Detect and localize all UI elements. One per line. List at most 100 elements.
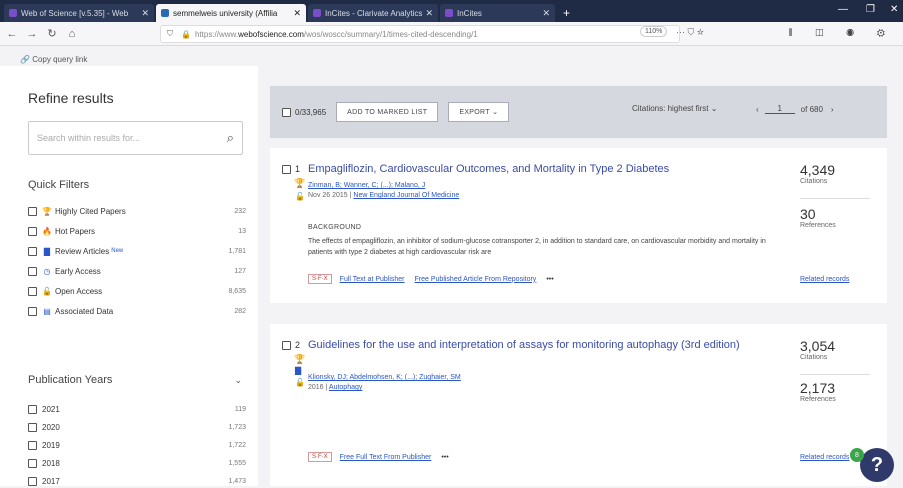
copy-query-link[interactable]: 🔗 Copy query link (20, 55, 87, 64)
reload-icon[interactable]: ↻ (44, 27, 60, 40)
page-actions-icon[interactable]: ··· ⛉ ☆ (676, 27, 704, 38)
quick-filter-item[interactable]: 🏆 Highly Cited Papers 232 (28, 204, 246, 218)
year-checkbox[interactable] (28, 422, 37, 432)
home-icon[interactable]: ⌂ (64, 28, 80, 40)
year-label: 2021 (42, 404, 60, 414)
prev-page-icon[interactable]: ‹ (756, 105, 759, 114)
free-full-text-link[interactable]: Free Full Text From Publisher (340, 454, 432, 461)
zoom-level[interactable]: 110% (640, 26, 668, 37)
result-index: 2 (282, 340, 300, 350)
export-button[interactable]: EXPORT ⌄ (448, 102, 510, 122)
journal-link[interactable]: New England Journal Of Medicine (353, 192, 459, 199)
year-checkbox[interactable] (28, 404, 37, 414)
year-checkbox[interactable] (28, 458, 37, 468)
quick-filter-item[interactable]: 🔓 Open Access 8,635 (28, 284, 246, 298)
browser-nav-bar: ← → ↻ ⌂ ⛉ 🔒 https://www. webofscience.com… (0, 22, 903, 46)
browser-tab-bar: Web of Science [v.5.35] - Web ✕ semmelwei… (0, 0, 903, 22)
sfx-button[interactable]: S·F·X (308, 274, 332, 284)
abstract-text: The effects of empagliflozin, an inhibit… (308, 238, 766, 256)
filter-checkbox[interactable] (28, 206, 37, 216)
publication-years-title: Publication Years (28, 374, 113, 386)
result-title-link[interactable]: Empagliflozin, Cardiovascular Outcomes, … (308, 162, 748, 177)
trophy-icon: 🏆 (294, 354, 306, 364)
next-page-icon[interactable]: › (831, 105, 834, 114)
close-icon[interactable]: ✕ (542, 8, 550, 19)
sort-dropdown[interactable]: Citations: highest first ⌄ (632, 104, 717, 113)
full-text-link[interactable]: Full Text at Publisher (340, 276, 405, 283)
filter-checkbox[interactable] (28, 226, 37, 236)
citations-metric[interactable]: 3,054 Citations (800, 338, 835, 361)
references-metric[interactable]: 2,173 References (800, 380, 836, 403)
page-total: of 680 (800, 104, 823, 114)
publication-year-item[interactable]: 2019 1,722 (28, 438, 246, 452)
document-icon: ▇ (295, 366, 302, 375)
filter-checkbox[interactable] (28, 286, 37, 296)
metric-divider (800, 374, 870, 375)
search-icon[interactable]: ⌕ (227, 130, 234, 146)
result-checkbox[interactable] (282, 164, 291, 174)
pagination: ‹ 1 of 680 › (756, 104, 834, 114)
tab-incites[interactable]: InCites ✕ (440, 4, 555, 22)
filter-count: 282 (234, 307, 246, 315)
result-card: 1 🏆 🔓 Empagliflozin, Cardiovascular Outc… (270, 148, 887, 303)
back-icon[interactable]: ← (4, 28, 20, 40)
help-button[interactable]: ? (860, 448, 894, 482)
search-within-input[interactable]: Search within results for... ⌕ (28, 121, 243, 155)
citations-metric[interactable]: 4,349 Citations (800, 162, 835, 185)
references-metric[interactable]: 30 References (800, 206, 836, 229)
result-source: Nov 26 2015 | New England Journal Of Med… (308, 192, 460, 199)
result-authors[interactable]: Klionsky, DJ; Abdelmohsen, K; (...); Zug… (308, 374, 461, 381)
filter-label: Hot Papers (55, 226, 96, 236)
refine-sidebar: Refine results Search within results for… (0, 66, 258, 486)
free-article-link[interactable]: Free Published Article From Repository (415, 276, 537, 283)
sfx-button[interactable]: S·F·X (308, 452, 332, 462)
related-records-link[interactable]: Related records (800, 276, 849, 283)
tab-favicon-icon (445, 9, 453, 17)
related-records-link[interactable]: Related records (800, 454, 849, 461)
clock-icon: ◷ (43, 266, 51, 276)
result-checkbox[interactable] (282, 340, 291, 350)
page-number-input[interactable]: 1 (764, 104, 795, 114)
minimize-icon[interactable]: — (838, 4, 848, 15)
publication-year-item[interactable]: 2021 119 (28, 402, 246, 416)
tab-favicon-icon (9, 9, 17, 17)
trophy-icon: 🏆 (294, 178, 306, 188)
quick-filter-item[interactable]: ◷ Early Access 127 (28, 264, 246, 278)
filter-checkbox[interactable] (28, 306, 37, 316)
tab-web-of-science[interactable]: Web of Science [v.5.35] - Web ✕ (4, 4, 154, 22)
result-index: 1 (282, 164, 300, 174)
quick-filter-item[interactable]: ▇ Review Articles New 1,781 (28, 244, 246, 258)
window-close-icon[interactable]: ✕ (890, 4, 898, 15)
publication-year-item[interactable]: 2018 1,555 (28, 456, 246, 470)
publication-year-item[interactable]: 2020 1,723 (28, 420, 246, 434)
database-icon: ▤ (43, 306, 51, 316)
chevron-down-icon[interactable]: ⌄ (234, 375, 242, 386)
year-checkbox[interactable] (28, 440, 37, 450)
year-checkbox[interactable] (28, 476, 37, 486)
results-main: 0/33,965 ADD TO MARKED LIST EXPORT ⌄ Cit… (258, 66, 903, 486)
tab-favicon-icon (161, 9, 169, 17)
add-to-marked-list-button[interactable]: ADD TO MARKED LIST (336, 102, 439, 122)
filter-checkbox[interactable] (28, 246, 37, 256)
filter-checkbox[interactable] (28, 266, 37, 276)
more-options-icon[interactable]: ••• (441, 454, 448, 461)
filter-label: Review Articles (55, 246, 110, 256)
tab-semmelweis[interactable]: semmelweis university (Affilia ✕ (156, 4, 306, 22)
address-bar[interactable]: ⛉ 🔒 https://www. webofscience.com/wos/wos… (160, 25, 680, 43)
result-authors[interactable]: Zinman, B; Wanner, C; (...); Malano, J (308, 182, 425, 189)
quick-filter-item[interactable]: ▤ Associated Data 282 (28, 304, 246, 318)
close-icon[interactable]: ✕ (293, 8, 301, 19)
restore-icon[interactable]: ❐ (866, 4, 875, 15)
tab-incites-clarivate[interactable]: InCites - Clarivate Analytics ✕ (308, 4, 438, 22)
result-title-link[interactable]: Guidelines for the use and interpretatio… (308, 338, 748, 353)
forward-icon[interactable]: → (24, 28, 40, 40)
select-all-checkbox[interactable] (282, 107, 291, 117)
toolbar-icons[interactable]: ⫴ ◫ ◉ ⚙ (788, 28, 895, 39)
year-count: 1,555 (228, 459, 246, 467)
more-options-icon[interactable]: ••• (546, 276, 553, 283)
journal-link[interactable]: Autophagy (329, 384, 362, 391)
close-icon[interactable]: ✕ (425, 8, 433, 19)
new-tab-icon[interactable]: + (563, 4, 570, 22)
quick-filter-item[interactable]: 🔥 Hot Papers 13 (28, 224, 246, 238)
close-icon[interactable]: ✕ (141, 8, 149, 19)
